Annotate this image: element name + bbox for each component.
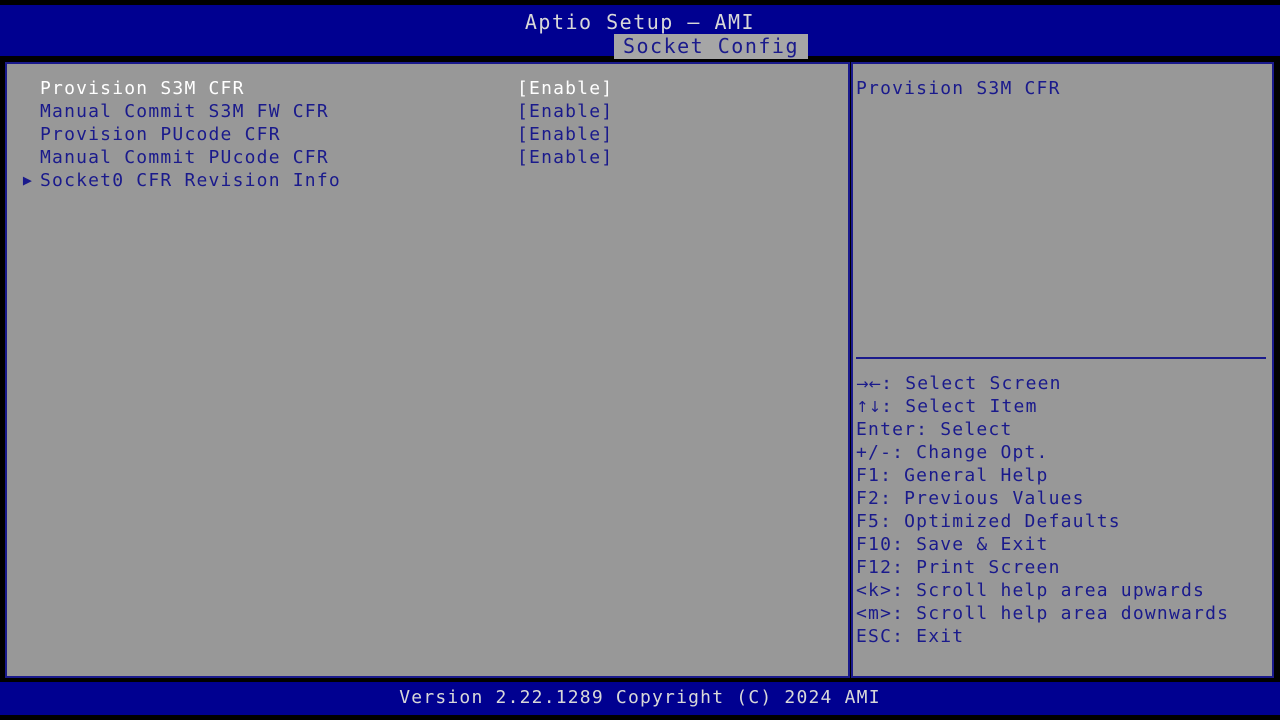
menu-row[interactable]: Manual Commit S3M FW CFR [Enable]	[7, 100, 848, 123]
menu-row-value[interactable]: [Enable]	[517, 77, 613, 100]
menu-row-value[interactable]: [Enable]	[517, 123, 613, 146]
key-legend-text: F10: Save & Exit	[856, 534, 1049, 555]
help-description: Provision S3M CFR	[856, 77, 1266, 100]
key-arrow-icon: ↑↓	[856, 398, 881, 416]
key-legend-row: F12: Print Screen	[856, 556, 1271, 579]
key-legend-row: →←: Select Screen	[856, 372, 1271, 395]
key-legend-row: <m>: Scroll help area downwards	[856, 602, 1271, 625]
settings-menu-panel: Provision S3M CFR[Enable]Manual Commit S…	[5, 62, 850, 678]
menu-row-label: Provision PUcode CFR	[40, 123, 281, 146]
menu-row[interactable]: Manual Commit PUcode CFR [Enable]	[7, 146, 848, 169]
key-legend-text: ESC: Exit	[856, 626, 964, 647]
version-copyright: Version 2.22.1289 Copyright (C) 2024 AMI	[0, 686, 1280, 710]
footer-bar: Version 2.22.1289 Copyright (C) 2024 AMI	[0, 682, 1280, 715]
key-legend-row: F10: Save & Exit	[856, 533, 1271, 556]
help-panel: Provision S3M CFR →←: Select Screen↑↓: S…	[851, 62, 1274, 678]
bios-setup-screen: Aptio Setup – AMI Socket Config Provisio…	[0, 0, 1280, 720]
menu-row[interactable]: Provision S3M CFR [Enable]	[7, 77, 848, 100]
key-legend-text: : Select Item	[881, 396, 1037, 417]
key-legend-row: <k>: Scroll help area upwards	[856, 579, 1271, 602]
key-legend-text: <k>: Scroll help area upwards	[856, 580, 1205, 601]
key-legend-row: ESC: Exit	[856, 625, 1271, 648]
key-legend-text: : Select Screen	[881, 373, 1062, 394]
settings-menu-list: Provision S3M CFR[Enable]Manual Commit S…	[7, 77, 848, 192]
key-legend-row: Enter: Select	[856, 418, 1271, 441]
menu-row[interactable]: Provision PUcode CFR [Enable]	[7, 123, 848, 146]
tab-strip: Socket Config	[0, 34, 1280, 59]
key-legend-list: →←: Select Screen↑↓: Select ItemEnter: S…	[856, 372, 1271, 648]
key-legend-text: F2: Previous Values	[856, 488, 1085, 509]
key-legend-text: Enter: Select	[856, 419, 1012, 440]
key-legend-text: F5: Optimized Defaults	[856, 511, 1121, 532]
menu-row-label: Socket0 CFR Revision Info	[40, 169, 341, 192]
menu-row-label: Manual Commit S3M FW CFR	[40, 100, 329, 123]
app-title: Aptio Setup – AMI	[0, 10, 1280, 34]
help-divider	[856, 357, 1266, 359]
key-legend-text: F1: General Help	[856, 465, 1049, 486]
key-legend-row: F2: Previous Values	[856, 487, 1271, 510]
submenu-arrow-icon: ▶	[19, 169, 37, 192]
key-legend-text: <m>: Scroll help area downwards	[856, 603, 1229, 624]
menu-row-value[interactable]: [Enable]	[517, 146, 613, 169]
menu-row-value[interactable]: [Enable]	[517, 100, 613, 123]
menu-row[interactable]: ▶Socket0 CFR Revision Info	[7, 169, 848, 192]
menu-row-label: Manual Commit PUcode CFR	[40, 146, 329, 169]
tab-socket-config[interactable]: Socket Config	[614, 34, 808, 59]
key-legend-row: F1: General Help	[856, 464, 1271, 487]
menu-row-label: Provision S3M CFR	[40, 77, 245, 100]
key-legend-text: F12: Print Screen	[856, 557, 1061, 578]
title-bar: Aptio Setup – AMI Socket Config	[0, 5, 1280, 56]
key-arrow-icon: →←	[856, 375, 881, 393]
key-legend-row: +/-: Change Opt.	[856, 441, 1271, 464]
key-legend-row: F5: Optimized Defaults	[856, 510, 1271, 533]
key-legend-row: ↑↓: Select Item	[856, 395, 1271, 418]
key-legend-text: +/-: Change Opt.	[856, 442, 1049, 463]
